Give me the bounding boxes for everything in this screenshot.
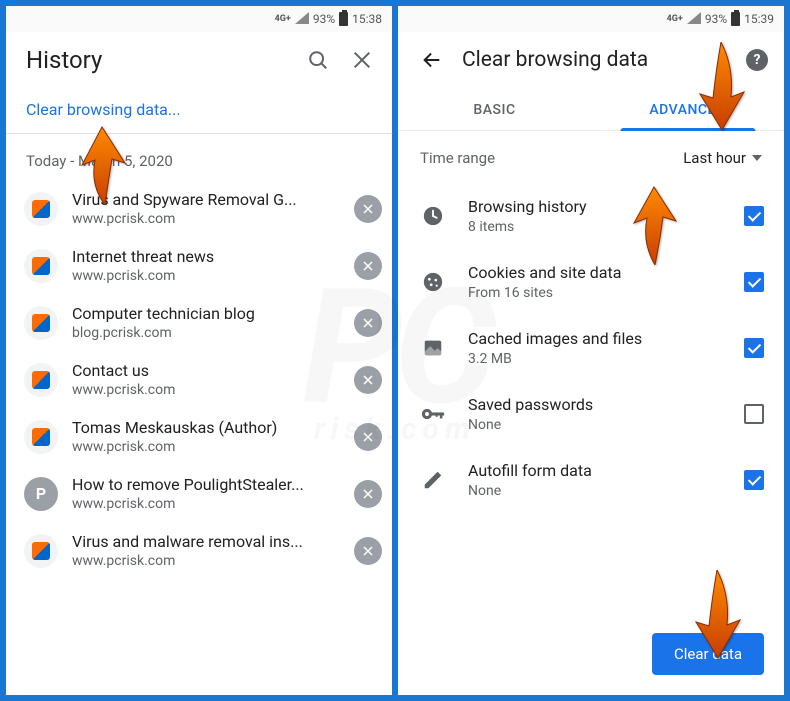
delete-history-item[interactable] bbox=[354, 366, 382, 394]
favicon bbox=[24, 306, 58, 340]
history-url: blog.pcrisk.com bbox=[72, 325, 340, 341]
option-title: Cached images and files bbox=[468, 329, 722, 348]
history-url: www.pcrisk.com bbox=[72, 496, 340, 512]
option-title: Cookies and site data bbox=[468, 263, 722, 282]
history-url: www.pcrisk.com bbox=[72, 382, 340, 398]
page-title: History bbox=[26, 46, 288, 74]
clear-option-image[interactable]: Cached images and files 3.2 MB bbox=[398, 315, 784, 381]
history-title: Virus and Spyware Removal G... bbox=[72, 190, 340, 209]
option-checkbox[interactable] bbox=[744, 470, 764, 490]
cookie-icon bbox=[420, 269, 446, 295]
time-range-selector[interactable]: Time range Last hour bbox=[398, 131, 784, 183]
history-title: How to remove PoulightStealer... bbox=[72, 475, 340, 494]
history-item[interactable]: Tomas Meskauskas (Author) www.pcrisk.com bbox=[6, 408, 392, 465]
favicon: P bbox=[24, 477, 58, 511]
tab-advanced[interactable]: ADVANCED bbox=[591, 88, 784, 130]
option-subtitle: None bbox=[468, 417, 722, 433]
status-bar-right: 4G+ 93% 15:39 bbox=[398, 6, 784, 32]
favicon bbox=[24, 534, 58, 568]
history-item[interactable]: Internet threat news www.pcrisk.com bbox=[6, 237, 392, 294]
status-bar-left: 4G+ 93% 15:38 bbox=[6, 6, 392, 32]
option-checkbox[interactable] bbox=[744, 338, 764, 358]
option-checkbox[interactable] bbox=[744, 206, 764, 226]
history-url: www.pcrisk.com bbox=[72, 211, 340, 227]
battery-icon bbox=[339, 12, 348, 26]
network-icon: 4G+ bbox=[275, 14, 291, 24]
history-title: Contact us bbox=[72, 361, 340, 380]
clock-icon bbox=[420, 203, 446, 229]
tab-basic[interactable]: BASIC bbox=[398, 88, 591, 130]
help-icon[interactable]: ? bbox=[746, 49, 768, 71]
history-title: Computer technician blog bbox=[72, 304, 340, 323]
option-checkbox[interactable] bbox=[744, 272, 764, 292]
image-icon bbox=[420, 335, 446, 361]
history-item[interactable]: Virus and malware removal ins... www.pcri… bbox=[6, 522, 392, 579]
history-item[interactable]: Virus and Spyware Removal G... www.pcrisk… bbox=[6, 180, 392, 237]
option-subtitle: None bbox=[468, 483, 722, 499]
chevron-down-icon bbox=[752, 155, 762, 161]
signal-icon bbox=[295, 12, 309, 27]
favicon bbox=[24, 363, 58, 397]
option-subtitle: From 16 sites bbox=[468, 285, 722, 301]
favicon bbox=[24, 420, 58, 454]
history-url: www.pcrisk.com bbox=[72, 268, 340, 284]
option-title: Autofill form data bbox=[468, 461, 722, 480]
search-icon[interactable] bbox=[304, 46, 332, 74]
favicon bbox=[24, 192, 58, 226]
history-item[interactable]: Contact us www.pcrisk.com bbox=[6, 351, 392, 408]
network-icon: 4G+ bbox=[667, 14, 683, 24]
close-icon[interactable] bbox=[348, 46, 376, 74]
favicon bbox=[24, 249, 58, 283]
battery-pct: 93% bbox=[705, 12, 727, 26]
clear-option-cookie[interactable]: Cookies and site data From 16 sites bbox=[398, 249, 784, 315]
clock-time: 15:39 bbox=[744, 12, 774, 26]
battery-icon bbox=[731, 12, 740, 26]
phone-history: 4G+ 93% 15:38 History Clear browsing dat… bbox=[6, 6, 392, 695]
clear-option-clock[interactable]: Browsing history 8 items bbox=[398, 183, 784, 249]
delete-history-item[interactable] bbox=[354, 480, 382, 508]
signal-icon bbox=[687, 12, 701, 27]
delete-history-item[interactable] bbox=[354, 195, 382, 223]
delete-history-item[interactable] bbox=[354, 537, 382, 565]
history-title: Internet threat news bbox=[72, 247, 340, 266]
history-url: www.pcrisk.com bbox=[72, 553, 340, 569]
clear-option-key[interactable]: Saved passwords None bbox=[398, 381, 784, 447]
phone-clear-data: 4G+ 93% 15:39 Clear browsing data ? BASI… bbox=[398, 6, 784, 695]
clock-time: 15:38 bbox=[352, 12, 382, 26]
clear-data-button[interactable]: Clear data bbox=[652, 633, 764, 675]
option-title: Saved passwords bbox=[468, 395, 722, 414]
history-url: www.pcrisk.com bbox=[72, 439, 340, 455]
pencil-icon bbox=[420, 467, 446, 493]
time-range-value: Last hour bbox=[683, 149, 746, 167]
clear-option-pencil[interactable]: Autofill form data None bbox=[398, 447, 784, 513]
option-checkbox[interactable] bbox=[744, 404, 764, 424]
option-subtitle: 8 items bbox=[468, 219, 722, 235]
delete-history-item[interactable] bbox=[354, 423, 382, 451]
option-subtitle: 3.2 MB bbox=[468, 351, 722, 367]
delete-history-item[interactable] bbox=[354, 309, 382, 337]
time-range-label: Time range bbox=[420, 149, 495, 167]
history-title: Tomas Meskauskas (Author) bbox=[72, 418, 340, 437]
history-date-header: Today - March 5, 2020 bbox=[6, 134, 392, 180]
history-item[interactable]: P How to remove PoulightStealer... www.pcr… bbox=[6, 465, 392, 522]
history-title: Virus and malware removal ins... bbox=[72, 532, 340, 551]
back-icon[interactable] bbox=[418, 46, 446, 74]
page-title: Clear browsing data bbox=[462, 48, 730, 72]
key-icon bbox=[420, 401, 446, 427]
option-title: Browsing history bbox=[468, 197, 722, 216]
battery-pct: 93% bbox=[313, 12, 335, 26]
history-item[interactable]: Computer technician blog blog.pcrisk.com bbox=[6, 294, 392, 351]
delete-history-item[interactable] bbox=[354, 252, 382, 280]
clear-browsing-data-link[interactable]: Clear browsing data... bbox=[6, 88, 392, 134]
